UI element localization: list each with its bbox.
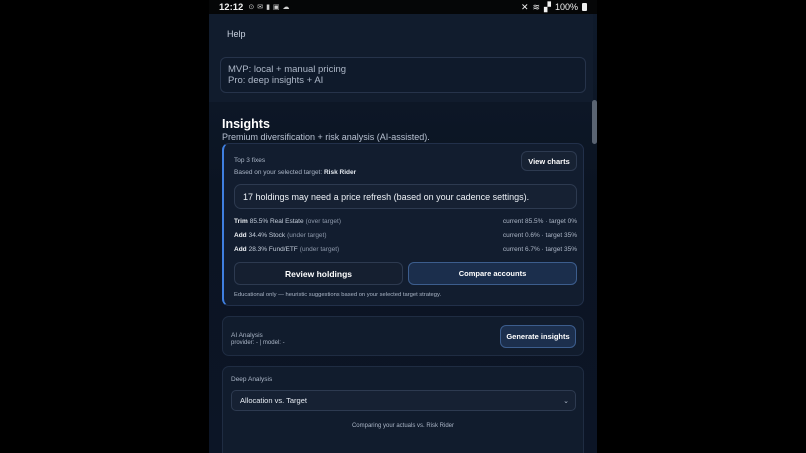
deep-analysis-card: Deep Analysis Allocation vs. Target ⌄ Co… (222, 366, 584, 453)
phone-screen: 12:12 ⊙ ✉ ▮ ▣ ☁ ✕ ≋ ▞ 100% Help MVP: loc… (209, 0, 597, 453)
fix-note: (over target) (305, 217, 341, 225)
fix-row: Trim 85.5% Real Estate (over target) cur… (234, 215, 577, 227)
help-section: Help MVP: local + manual pricing Pro: de… (209, 14, 593, 102)
ai-provider-info: provider: - | model: - (231, 340, 285, 346)
fix-action: Trim (234, 217, 248, 225)
top-fixes-card: Top 3 fixes Based on your selected targe… (222, 143, 584, 306)
wifi-icon: ≋ (532, 1, 541, 12)
fix-action: Add (234, 245, 247, 253)
ai-analysis-card: AI Analysis provider: - | model: - Gener… (222, 316, 584, 356)
fix-current-target: current 0.6% · target 35% (502, 231, 577, 239)
insights-title: Insights (222, 117, 270, 131)
fix-row: Add 28.3% Fund/ETF (under target) curren… (234, 243, 577, 255)
scrollbar[interactable] (592, 100, 597, 144)
price-refresh-notice: 17 holdings may need a price refresh (ba… (234, 184, 577, 209)
notification-icon: ⊙ (248, 4, 255, 11)
target-prefix: Based on your selected target: (234, 169, 323, 176)
signal-icon: ▞ (544, 1, 551, 12)
target-info: Based on your selected target: Risk Ride… (234, 169, 356, 176)
select-value: Allocation vs. Target (240, 396, 307, 405)
view-charts-button[interactable]: View charts (521, 151, 577, 171)
fix-note: (under target) (299, 245, 340, 253)
notification-icon: ▮ (266, 4, 270, 11)
fix-row: Add 34.4% Stock (under target) current 0… (234, 229, 577, 241)
review-holdings-button[interactable]: Review holdings (234, 262, 403, 285)
status-bar: 12:12 ⊙ ✉ ▮ ▣ ☁ ✕ ≋ ▞ 100% (209, 0, 597, 14)
generate-insights-button[interactable]: Generate insights (500, 325, 576, 348)
fix-action: Add (234, 231, 247, 239)
battery-percent: 100% (554, 2, 578, 12)
compare-accounts-button[interactable]: Compare accounts (408, 262, 577, 285)
plan-mvp-line: MVP: local + manual pricing (228, 64, 347, 75)
analysis-type-select[interactable]: Allocation vs. Target ⌄ (231, 390, 576, 411)
notification-icons: ⊙ ✉ ▮ ▣ ☁ (248, 3, 289, 11)
fix-current-target: current 6.7% · target 35% (502, 245, 577, 253)
deep-analysis-title: Deep Analysis (231, 376, 273, 383)
chevron-down-icon: ⌄ (563, 397, 569, 405)
notification-icon: ✉ (257, 4, 264, 11)
status-time: 12:12 (219, 1, 244, 13)
cloud-icon: ☁ (282, 4, 290, 11)
fix-note: (under target) (287, 231, 327, 239)
fix-text: 28.3% Fund/ETF (248, 245, 298, 253)
mute-icon: ✕ (520, 1, 529, 12)
fix-current-target: current 85.5% · target 0% (502, 217, 577, 225)
status-right: ✕ ≋ ▞ 100% (521, 2, 587, 13)
fix-text: 34.4% Stock (248, 231, 286, 239)
comparing-caption: Comparing your actuals vs. Risk Rider (351, 423, 455, 429)
ai-analysis-title: AI Analysis (231, 332, 263, 339)
top-fixes-label: Top 3 fixes (234, 157, 266, 164)
battery-icon (582, 3, 587, 11)
target-name: Risk Rider (323, 169, 357, 176)
insights-subtitle: Premium diversification + risk analysis … (222, 132, 430, 142)
help-link[interactable]: Help (227, 29, 246, 39)
app-content: Help MVP: local + manual pricing Pro: de… (209, 14, 597, 453)
notification-icon: ▣ (272, 4, 280, 11)
plan-pro-line: Pro: deep insights + AI (228, 75, 324, 86)
plan-info-box: MVP: local + manual pricing Pro: deep in… (220, 57, 586, 93)
educational-note: Educational only — heuristic suggestions… (234, 292, 442, 298)
fix-text: 85.5% Real Estate (249, 217, 304, 225)
